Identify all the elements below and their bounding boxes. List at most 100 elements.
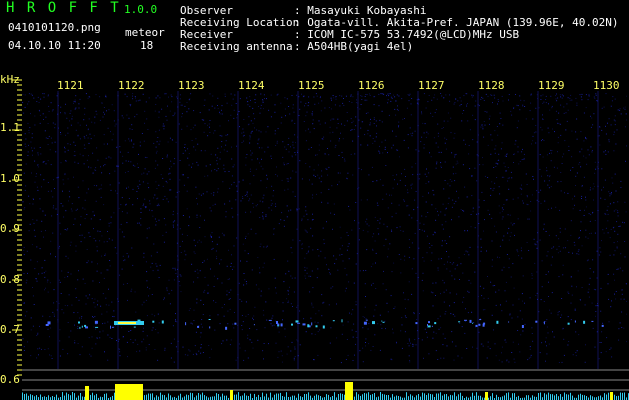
- noise-dot: [286, 298, 288, 300]
- noise-dot: [38, 102, 40, 103]
- noise-dot: [50, 240, 52, 242]
- noise-dot: [233, 117, 235, 119]
- noise-dot: [443, 188, 445, 190]
- noise-dot: [228, 120, 229, 122]
- noise-dot: [441, 224, 443, 226]
- noise-dot: [420, 141, 422, 143]
- noise-dot: [262, 168, 264, 170]
- noise-dot: [482, 164, 484, 166]
- meter-bar: [240, 396, 241, 400]
- noise-dot: [301, 248, 303, 250]
- noise-dot: [568, 150, 570, 151]
- noise-dot: [27, 341, 29, 343]
- noise-dot: [484, 175, 486, 177]
- noise-dot: [537, 232, 539, 234]
- noise-dot: [534, 262, 536, 264]
- noise-dot: [519, 187, 521, 189]
- noise-dot: [282, 319, 283, 321]
- noise-dot: [160, 174, 162, 176]
- noise-dot: [448, 256, 450, 258]
- noise-dot: [172, 267, 174, 269]
- noise-dot: [67, 143, 69, 145]
- noise-dot: [482, 345, 484, 347]
- noise-dot: [507, 214, 509, 216]
- noise-dot: [159, 97, 161, 99]
- meter-bar: [264, 396, 265, 400]
- noise-dot: [409, 93, 411, 95]
- noise-dot: [89, 353, 91, 355]
- noise-dot: [318, 144, 320, 146]
- noise-dot: [455, 163, 457, 165]
- noise-dot: [572, 252, 573, 254]
- noise-dot: [204, 219, 205, 221]
- meter-bar: [380, 392, 381, 400]
- noise-dot: [104, 351, 105, 353]
- noise-dot: [395, 100, 397, 102]
- noise-dot: [529, 110, 531, 112]
- noise-dot: [568, 341, 570, 342]
- noise-dot: [249, 328, 251, 329]
- noise-dot: [213, 286, 215, 287]
- noise-dot: [613, 254, 615, 256]
- noise-dot: [214, 130, 216, 132]
- noise-dot: [575, 97, 577, 99]
- noise-dot: [187, 148, 189, 150]
- noise-dot: [67, 178, 69, 180]
- noise-dot: [230, 339, 232, 341]
- noise-dot: [275, 342, 277, 344]
- noise-dot: [540, 95, 542, 97]
- noise-dot: [238, 111, 240, 112]
- noise-dot: [379, 222, 381, 224]
- noise-dot: [101, 235, 103, 237]
- noise-dot: [500, 118, 502, 119]
- noise-dot: [104, 164, 106, 166]
- noise-dot: [398, 126, 399, 128]
- noise-dot: [37, 152, 39, 154]
- noise-dot: [74, 144, 76, 146]
- noise-dot: [95, 323, 97, 325]
- noise-dot: [346, 232, 348, 234]
- noise-dot: [547, 208, 549, 210]
- noise-dot: [158, 184, 160, 186]
- noise-dot: [558, 362, 560, 363]
- noise-dot: [260, 290, 262, 292]
- noise-dot: [571, 130, 573, 132]
- noise-dot: [221, 109, 222, 111]
- noise-dot: [557, 151, 558, 153]
- meter-bar: [316, 394, 317, 400]
- noise-dot: [447, 120, 449, 122]
- noise-dot: [546, 319, 548, 321]
- noise-dot: [177, 351, 179, 353]
- noise-dot: [418, 247, 420, 249]
- noise-dot: [162, 123, 164, 125]
- meter-bar: [444, 394, 445, 400]
- noise-dot: [113, 110, 115, 112]
- noise-dot: [318, 102, 320, 104]
- noise-dot: [590, 187, 591, 189]
- noise-dot: [217, 105, 218, 106]
- noise-dot: [107, 127, 109, 129]
- noise-dot: [84, 237, 86, 239]
- noise-dot: [25, 185, 27, 187]
- noise-dot: [258, 130, 260, 132]
- noise-dot: [243, 359, 245, 361]
- noise-dot: [374, 216, 376, 218]
- noise-dot: [605, 150, 606, 152]
- noise-dot: [128, 198, 130, 199]
- noise-dot: [339, 105, 341, 107]
- noise-dot: [541, 342, 543, 344]
- noise-dot: [90, 138, 92, 140]
- noise-dot: [390, 295, 392, 297]
- noise-dot: [467, 290, 469, 292]
- noise-dot: [329, 342, 331, 344]
- noise-dot: [624, 106, 626, 108]
- meter-bar: [438, 393, 439, 400]
- noise-dot: [128, 138, 130, 140]
- meter-bar: [360, 395, 361, 400]
- echo-dot: [508, 321, 510, 323]
- noise-dot: [60, 162, 62, 164]
- noise-dot: [399, 179, 401, 181]
- noise-dot: [578, 163, 580, 165]
- noise-dot: [247, 104, 249, 106]
- noise-dot: [317, 174, 319, 176]
